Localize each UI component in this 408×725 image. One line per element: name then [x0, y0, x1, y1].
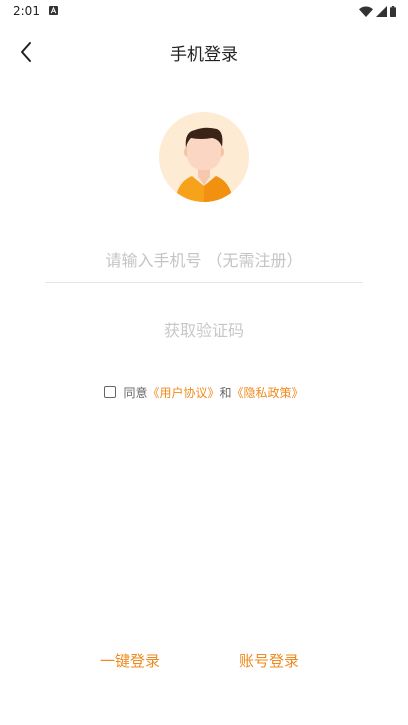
wifi-icon [359, 6, 373, 17]
account-login-button[interactable]: 账号登录 [239, 650, 299, 671]
phone-input-underline [45, 282, 363, 283]
battery-icon [390, 5, 396, 17]
privacy-policy-link[interactable]: 《隐私政策》 [232, 384, 304, 401]
one-click-login-button[interactable]: 一键登录 [100, 650, 160, 671]
agree-checkbox[interactable] [104, 386, 117, 398]
agreement-row: 同意 《用户协议》 和 《隐私政策》 [0, 383, 408, 401]
status-icons [359, 5, 396, 17]
status-bar: 2:01 [0, 0, 408, 24]
get-code-button[interactable]: 获取验证码 [0, 317, 408, 341]
status-time: 2:01 [13, 4, 40, 18]
agree-prefix: 同意 [123, 385, 148, 400]
agree-conjunction: 和 [219, 385, 232, 400]
page-title: 手机登录 [170, 45, 238, 65]
signal-icon [376, 5, 387, 17]
phone-input[interactable] [45, 242, 363, 278]
avatar-face [187, 134, 221, 170]
avatar [159, 112, 249, 202]
nav-bar: 手机登录 [0, 30, 408, 74]
user-agreement-link[interactable]: 《用户协议》 [147, 384, 219, 401]
app-notification-icon [49, 6, 58, 15]
